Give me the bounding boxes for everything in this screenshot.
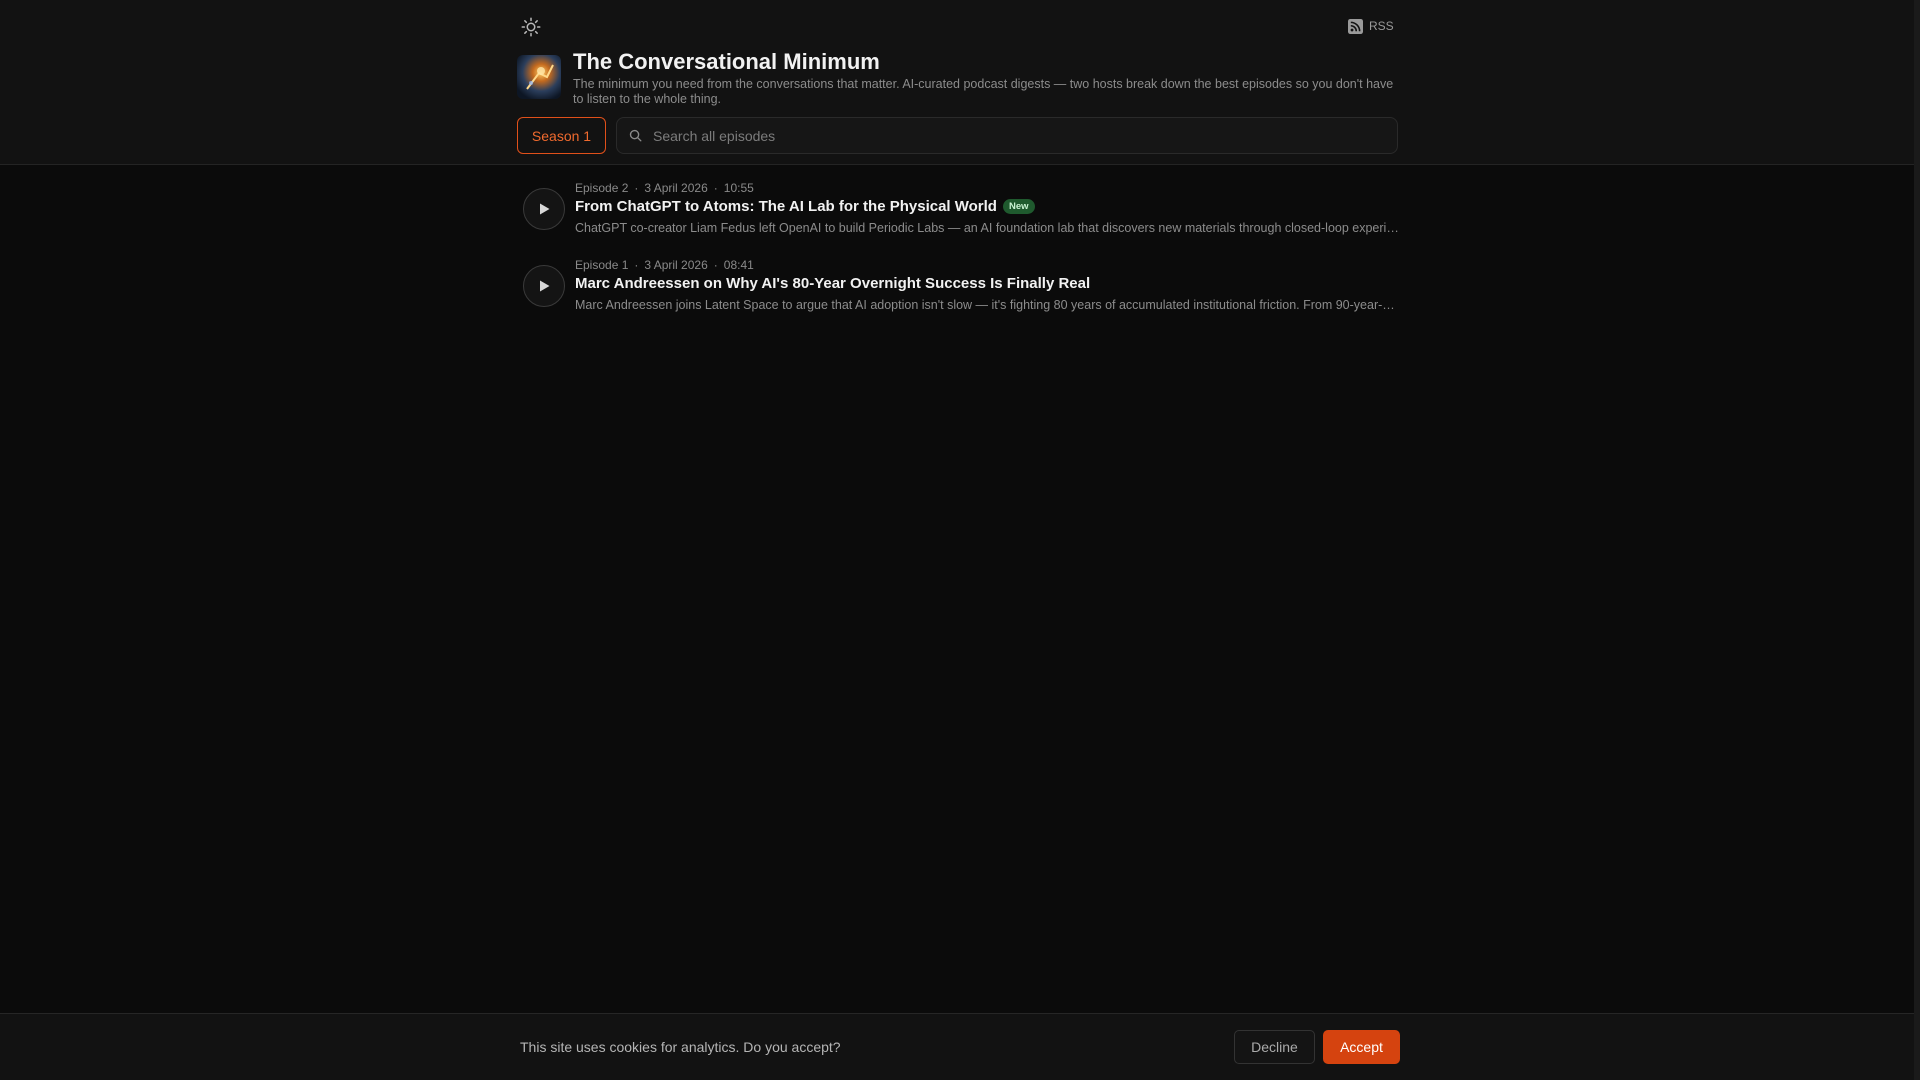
episode-duration: 10:55: [723, 181, 754, 195]
episode-title-text: Marc Andreessen on Why AI's 80-Year Over…: [575, 275, 1091, 292]
search-box[interactable]: [616, 117, 1398, 154]
play-button[interactable]: [523, 188, 565, 230]
accept-button[interactable]: Accept: [1323, 1030, 1400, 1064]
site-header: RSS The Conversational Minimum The minim…: [0, 0, 1914, 165]
play-icon: [540, 280, 550, 292]
episode-number: Episode 1: [575, 258, 629, 272]
search-icon: [617, 128, 653, 143]
season-selector-button[interactable]: Season 1: [517, 117, 606, 154]
episode-description: Marc Andreessen joins Latent Space to ar…: [575, 298, 1399, 312]
episode-title[interactable]: Marc Andreessen on Why AI's 80-Year Over…: [575, 275, 1090, 292]
search-input[interactable]: [653, 118, 1397, 153]
episode-item[interactable]: Episode 1 · 3 April 2026 · 08:41 Marc Andree…: [517, 255, 1399, 325]
play-icon: [540, 203, 550, 215]
play-button[interactable]: [523, 265, 565, 307]
episode-number: Episode 2: [575, 181, 629, 195]
episode-meta: Episode 2 · 3 April 2026 · 10:55: [575, 181, 754, 195]
episode-date: 3 April 2026: [644, 258, 708, 272]
scrollbar[interactable]: [1914, 0, 1920, 1080]
cookie-consent-bar: This site uses cookies for analytics. Do…: [0, 1013, 1914, 1080]
cookie-message: This site uses cookies for analytics. Do…: [520, 1039, 841, 1055]
rss-icon: [1348, 18, 1363, 34]
decline-button[interactable]: Decline: [1234, 1030, 1315, 1064]
new-badge: New: [1002, 199, 1035, 214]
rss-label: RSS: [1369, 19, 1394, 33]
sun-icon: [521, 17, 541, 37]
episode-duration: 08:41: [723, 258, 754, 272]
episode-meta: Episode 1 · 3 April 2026 · 08:41: [575, 258, 754, 272]
theme-toggle-button[interactable]: [518, 14, 544, 40]
podcast-title: The Conversational Minimum: [573, 49, 880, 74]
episode-title[interactable]: From ChatGPT to Atoms: The AI Lab for th…: [575, 198, 1035, 215]
episode-date: 3 April 2026: [644, 181, 708, 195]
rss-link[interactable]: RSS: [1348, 16, 1394, 36]
episode-description: ChatGPT co-creator Liam Fedus left OpenA…: [575, 221, 1399, 235]
episode-item[interactable]: Episode 2 · 3 April 2026 · 10:55 From ChatGP…: [517, 178, 1399, 248]
episode-title-text: From ChatGPT to Atoms: The AI Lab for th…: [575, 198, 997, 215]
podcast-cover-art: [517, 55, 561, 99]
podcast-description: The minimum you need from the conversati…: [573, 77, 1394, 106]
